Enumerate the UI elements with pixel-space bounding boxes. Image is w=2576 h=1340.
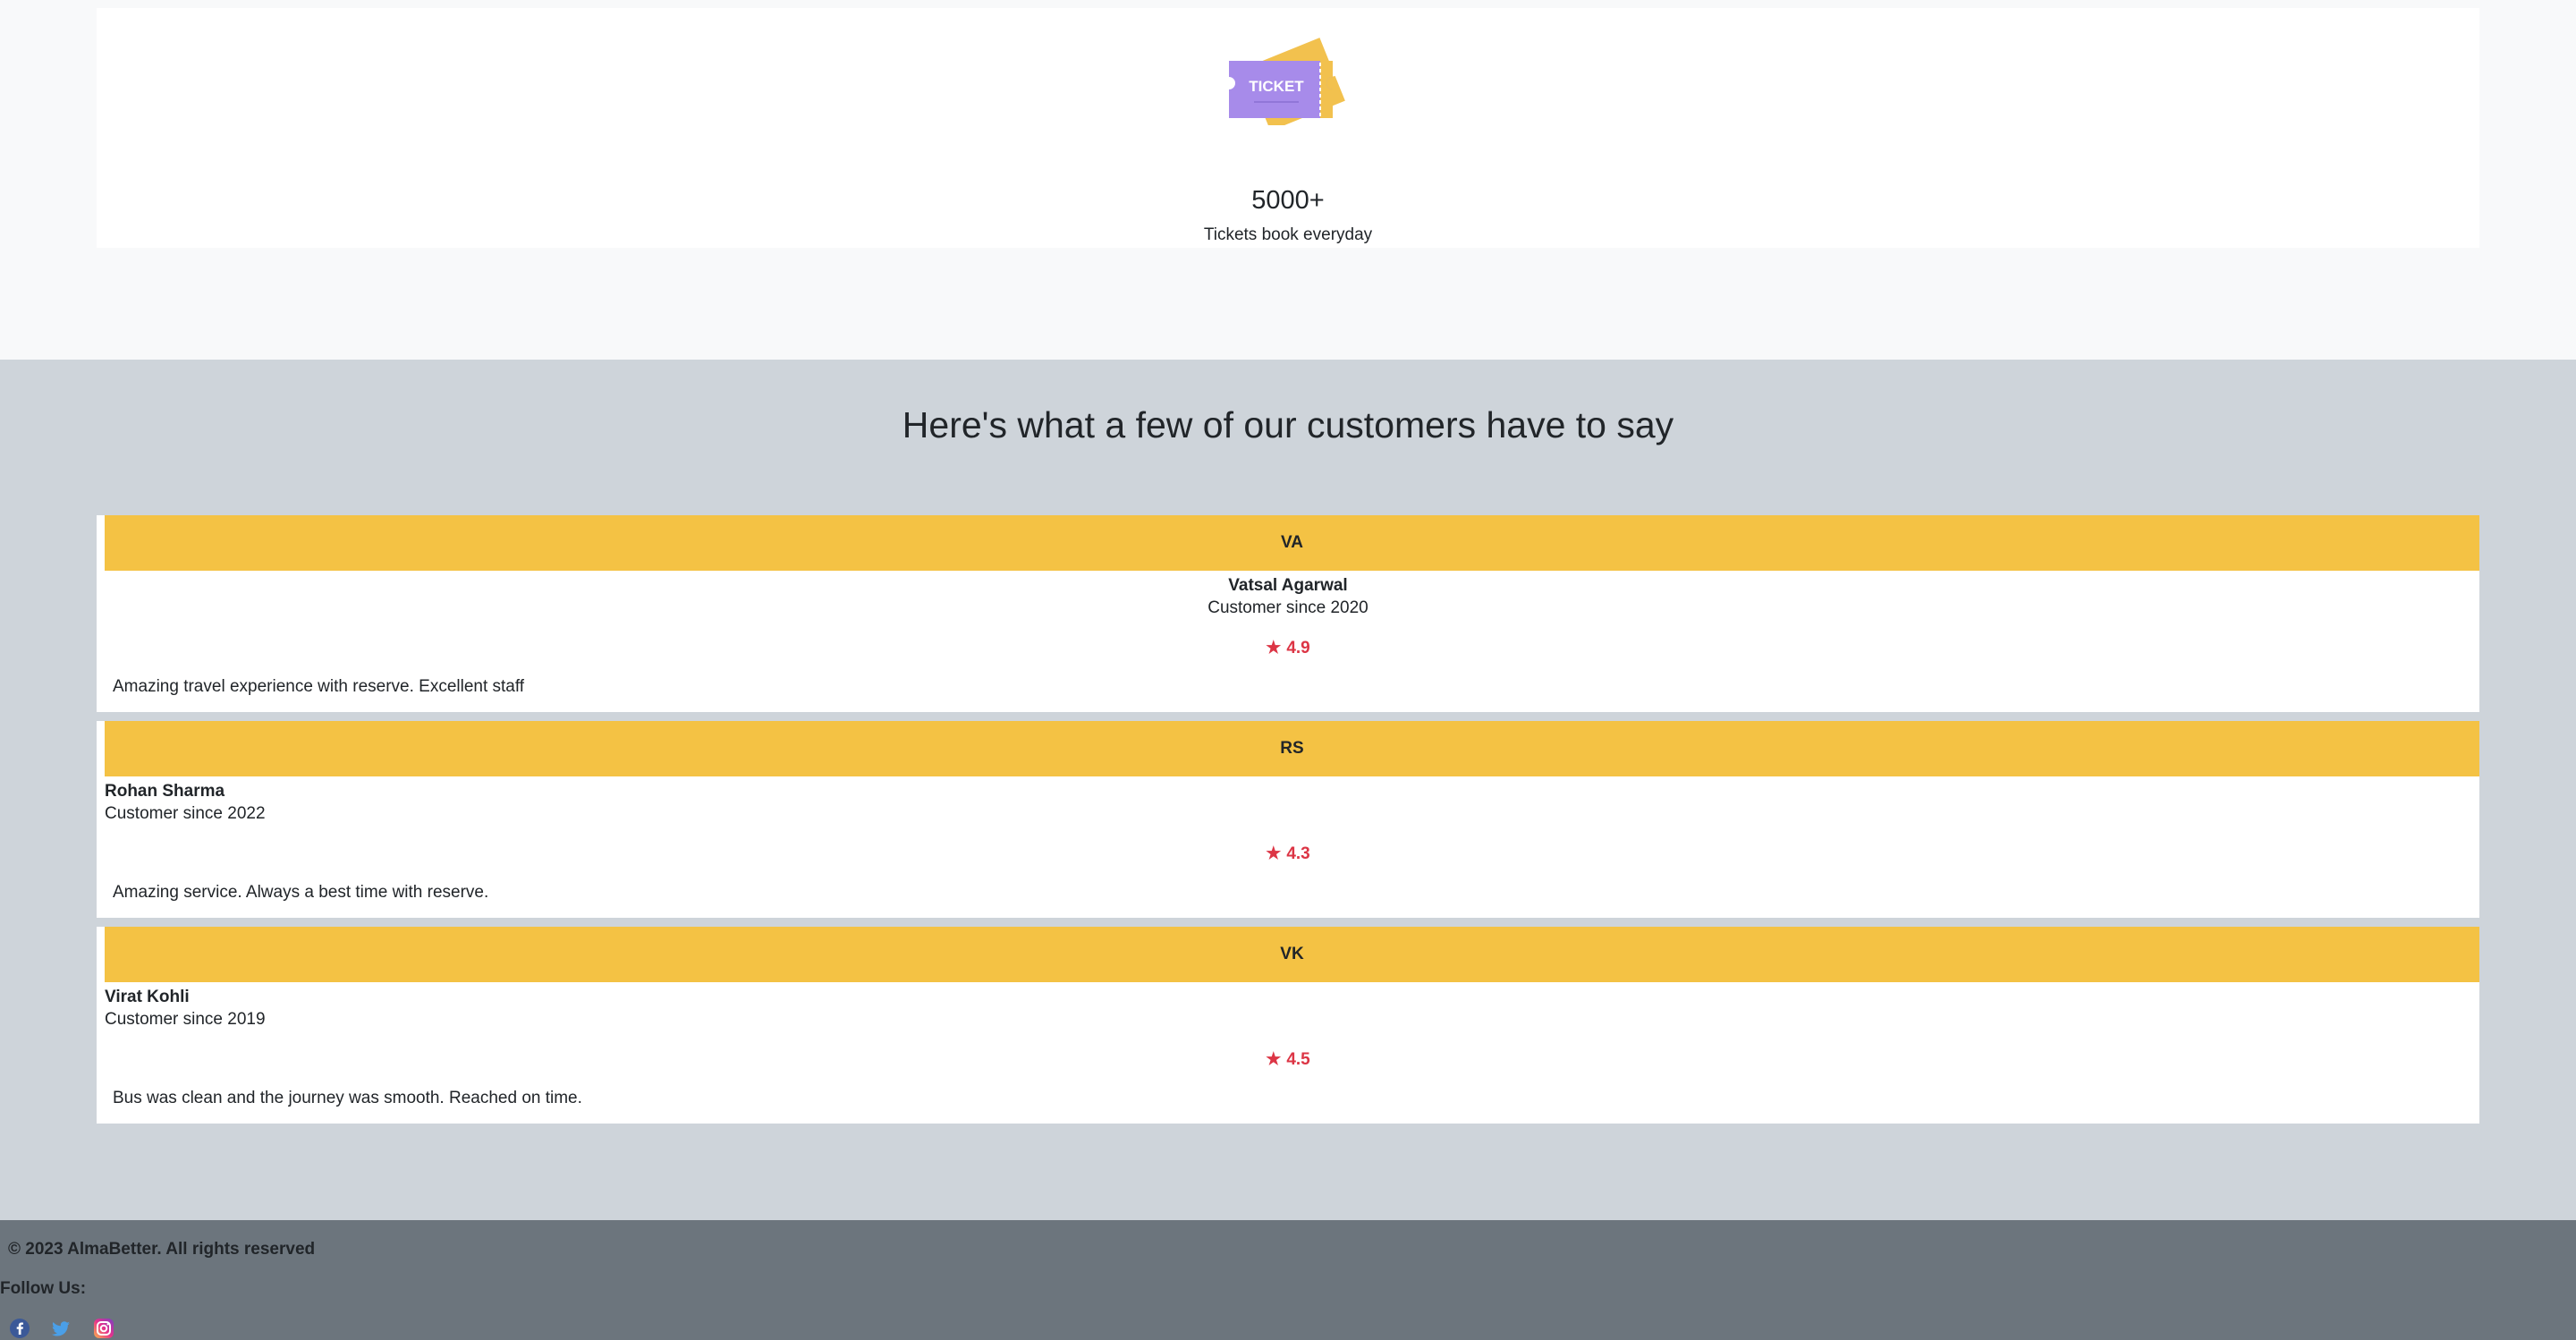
customer-since: Customer since 2020	[1208, 598, 1368, 617]
stat-value: 5000+	[1251, 186, 1325, 215]
rating-value: 4.5	[1286, 1050, 1310, 1069]
follow-us-label: Follow Us:	[0, 1279, 87, 1298]
stat-label: Tickets book everyday	[1203, 225, 1373, 244]
star-icon: ★	[1266, 1050, 1282, 1069]
footer: © 2023 AlmaBetter. All rights reserved F…	[0, 1220, 2576, 1340]
rating-value: 4.9	[1286, 639, 1310, 657]
customer-name: Rohan Sharma	[105, 782, 225, 801]
customer-since: Customer since 2022	[105, 804, 266, 823]
review-text: Bus was clean and the journey was smooth…	[113, 1089, 582, 1107]
testimonials-heading: Here's what a few of our customers have …	[902, 404, 1674, 445]
review-text: Amazing travel experience with reserve. …	[113, 677, 525, 696]
rating-value: 4.3	[1286, 844, 1310, 863]
ticket-icon-text: TICKET	[1249, 78, 1304, 95]
customer-name: Virat Kohli	[105, 988, 190, 1006]
testimonial-card: VK Virat Kohli Customer since 2019 ★ 4.5 …	[97, 927, 2479, 1124]
stats-section: TICKET 5000+ Tickets book everyday	[0, 0, 2576, 360]
customer-since: Customer since 2019	[105, 1010, 266, 1029]
review-text: Amazing service. Always a best time with…	[113, 883, 489, 902]
star-icon: ★	[1266, 639, 1282, 657]
rating: ★ 4.5	[97, 1049, 2479, 1070]
testimonial-card: VA Vatsal Agarwal Customer since 2020 ★ 4…	[97, 515, 2479, 712]
avatar-initials: VA	[105, 515, 2479, 571]
facebook-icon[interactable]	[8, 1317, 31, 1340]
customer-name: Vatsal Agarwal	[1228, 576, 1348, 595]
rating: ★ 4.3	[97, 844, 2479, 864]
ticket-icon: TICKET	[1229, 38, 1345, 125]
avatar-initials: RS	[105, 721, 2479, 776]
rating: ★ 4.9	[97, 638, 2479, 658]
star-icon: ★	[1266, 844, 1282, 863]
twitter-icon[interactable]	[49, 1317, 72, 1340]
testimonial-card: RS Rohan Sharma Customer since 2022 ★ 4.3…	[97, 721, 2479, 918]
testimonials-section: Here's what a few of our customers have …	[0, 360, 2576, 1220]
avatar-initials: VK	[105, 927, 2479, 982]
instagram-icon[interactable]	[92, 1317, 115, 1340]
copyright-text: © 2023 AlmaBetter. All rights reserved	[8, 1240, 316, 1259]
